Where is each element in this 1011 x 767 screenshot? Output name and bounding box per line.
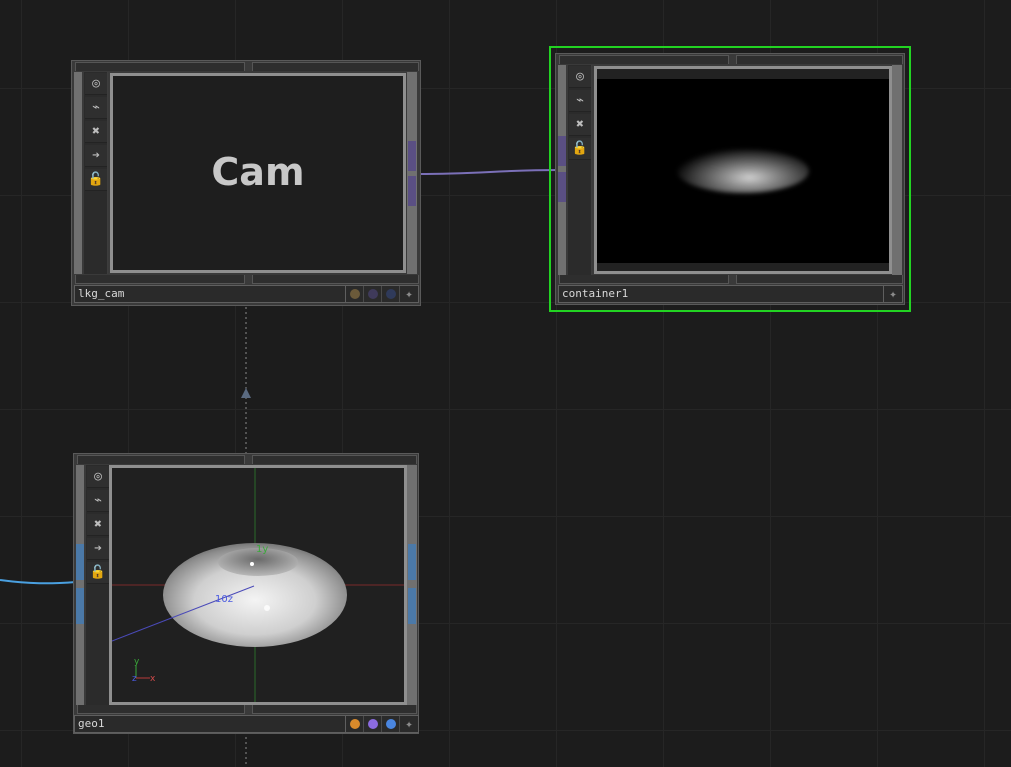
gizmo-z-label: z	[132, 674, 137, 684]
output-connector[interactable]	[408, 141, 416, 171]
viewer-label: Cam	[211, 150, 305, 194]
bypass-icon[interactable]: ⌁	[569, 90, 591, 112]
wire-geo-input[interactable]	[0, 579, 77, 585]
close-icon[interactable]: ✖	[85, 121, 107, 143]
node-name[interactable]: container1	[559, 286, 884, 302]
export-flag[interactable]	[382, 286, 400, 302]
node-bottom-bar	[558, 275, 903, 284]
node-bottom-bar	[74, 275, 419, 284]
node-name[interactable]: lkg_cam	[75, 286, 346, 302]
node-label-bar[interactable]: container1 ✦	[558, 285, 903, 303]
bypass-icon[interactable]: ⌁	[87, 490, 109, 512]
axis-z-label: 10z	[215, 594, 233, 605]
plus-icon[interactable]: ✦	[400, 716, 418, 732]
lock-icon[interactable]: 🔓	[85, 169, 107, 191]
display-flag[interactable]	[346, 286, 364, 302]
node-top-bar	[74, 62, 419, 71]
gizmo-x-label: x	[150, 674, 156, 684]
node-name[interactable]: geo1	[75, 716, 346, 732]
node-bottom-bar	[76, 705, 417, 714]
node-label-bar[interactable]: geo1 ✦	[74, 715, 419, 733]
arrow-right-icon[interactable]: ➔	[85, 145, 107, 167]
render-flag[interactable]	[364, 286, 382, 302]
render-flag[interactable]	[364, 716, 382, 732]
viewer-icon[interactable]: ◎	[569, 66, 591, 88]
bypass-icon[interactable]: ⌁	[85, 97, 107, 119]
node-container1[interactable]: ◎ ⌁ ✖ 🔓 container1 ✦	[555, 53, 905, 305]
flags-column: ◎ ⌁ ✖ ➔ 🔓	[86, 465, 110, 705]
input-connector[interactable]	[76, 544, 84, 580]
output-connector[interactable]	[408, 544, 416, 580]
plus-icon[interactable]: ✦	[884, 286, 902, 302]
input-connector[interactable]	[558, 172, 566, 202]
close-icon[interactable]: ✖	[87, 514, 109, 536]
axis-y-label: 1y	[256, 544, 268, 555]
arrow-right-icon[interactable]: ➔	[87, 538, 109, 560]
node-geo1[interactable]: ◎ ⌁ ✖ ➔ 🔓 1y 10z y z x geo1 ✦	[73, 453, 419, 734]
gizmo-y-label: y	[134, 657, 140, 667]
node-viewer[interactable]	[594, 66, 892, 274]
lock-icon[interactable]: 🔓	[569, 138, 591, 160]
node-lkg-cam[interactable]: ◎ ⌁ ✖ ➔ 🔓 Cam lkg_cam ✦	[71, 60, 421, 306]
node-viewer[interactable]: Cam	[110, 73, 406, 273]
display-flag[interactable]	[346, 716, 364, 732]
plus-icon[interactable]: ✦	[400, 286, 418, 302]
input-connector[interactable]	[76, 588, 84, 624]
node-top-bar	[558, 55, 903, 64]
flags-column: ◎ ⌁ ✖ ➔ 🔓	[84, 72, 108, 274]
wire-arrow-icon	[241, 388, 251, 398]
geometry-viewport[interactable]: 1y 10z y z x	[112, 468, 404, 702]
output-connector[interactable]	[408, 176, 416, 206]
output-connector[interactable]	[408, 588, 416, 624]
flags-column: ◎ ⌁ ✖ 🔓	[568, 65, 592, 275]
viewer-icon[interactable]: ◎	[85, 73, 107, 95]
lock-icon[interactable]: 🔓	[87, 562, 109, 584]
viewer-icon[interactable]: ◎	[87, 466, 109, 488]
node-viewer[interactable]: 1y 10z y z x	[109, 465, 407, 705]
node-top-bar	[76, 455, 417, 464]
node-label-bar[interactable]: lkg_cam ✦	[74, 285, 419, 303]
close-icon[interactable]: ✖	[569, 114, 591, 136]
input-connector[interactable]	[558, 136, 566, 166]
wire-cam-to-container[interactable]	[417, 169, 561, 175]
export-flag[interactable]	[382, 716, 400, 732]
render-preview-torus	[677, 149, 809, 193]
